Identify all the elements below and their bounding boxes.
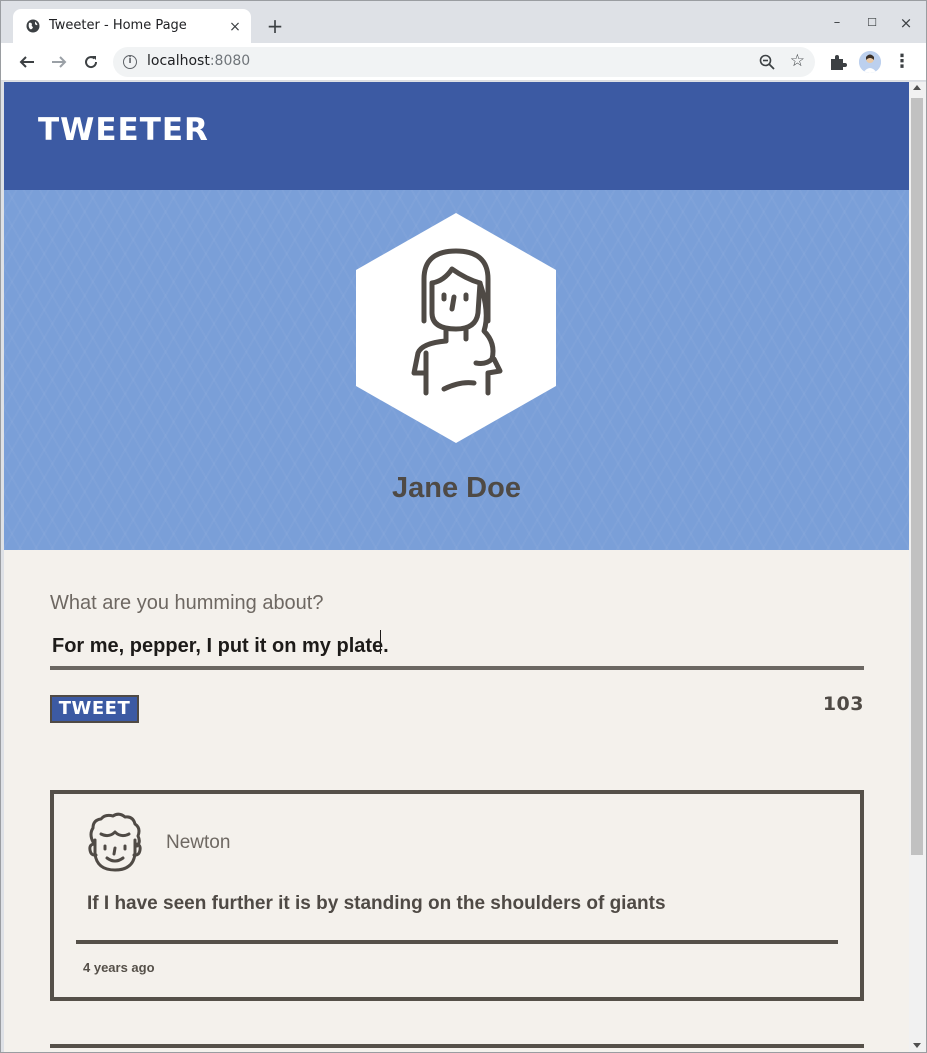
kebab-menu-icon[interactable]: ⋮ [893,51,911,73]
maximize-button[interactable]: ☐ [862,13,882,33]
reload-button[interactable] [79,50,103,74]
tweet-divider [76,940,838,944]
scroll-up-arrow-icon[interactable] [913,85,921,90]
curly-hair-man-icon [88,812,142,872]
profile-avatar-icon [859,51,881,73]
character-counter: 103 [822,693,864,715]
arrow-right-icon [52,56,67,68]
back-button[interactable] [15,50,39,74]
scroll-down-arrow-icon[interactable] [913,1043,921,1048]
arrow-left-icon [19,56,34,68]
page-scrollbar[interactable] [909,82,926,1052]
browser-tab[interactable]: Tweeter - Home Page × [13,9,251,43]
scrollbar-thumb[interactable] [911,98,923,855]
tweet-text: If I have seen further it is by standing… [87,893,666,914]
tab-title: Tweeter - Home Page [49,18,187,33]
browser-window: Tweeter - Home Page × + – ☐ × i localhos… [0,0,927,1053]
browser-toolbar: i localhost:8080 ☆ ⋮ [1,43,926,81]
address-bar[interactable]: i localhost:8080 ☆ [113,47,815,77]
tab-strip: Tweeter - Home Page × + – ☐ × [1,1,926,43]
minimize-button[interactable]: – [827,13,847,33]
bookmark-star-icon[interactable]: ☆ [790,51,805,71]
tweet-card: Newton If I have seen further it is by s… [50,790,864,1001]
tweet-timestamp: 4 years ago [83,960,155,975]
text-caret [380,630,381,654]
tweet-button[interactable]: Tweet [50,695,139,723]
tweet-author: Newton [166,832,231,853]
next-tweet-card-edge [50,1044,864,1052]
page-viewport: Tweeter [4,82,909,1052]
profile-avatar[interactable] [859,51,881,73]
close-window-button[interactable]: × [896,13,916,33]
tab-close-icon[interactable]: × [227,19,243,35]
profile-hero: Jane Doe [4,190,909,550]
profile-name: Jane Doe [392,472,521,504]
site-logo: Tweeter [38,112,209,148]
extensions-puzzle-icon[interactable] [828,52,848,72]
compose-label: What are you humming about? [50,592,324,614]
reload-icon [85,56,98,69]
user-avatar [356,213,556,443]
info-icon[interactable]: i [123,55,137,69]
globe-icon [26,19,40,33]
url-text[interactable]: localhost:8080 [147,53,250,69]
tweet-input[interactable] [50,626,864,670]
new-tab-button[interactable]: + [263,15,287,39]
forward-button[interactable] [47,50,71,74]
site-header: Tweeter [4,82,909,190]
zoom-out-icon[interactable] [759,54,775,70]
